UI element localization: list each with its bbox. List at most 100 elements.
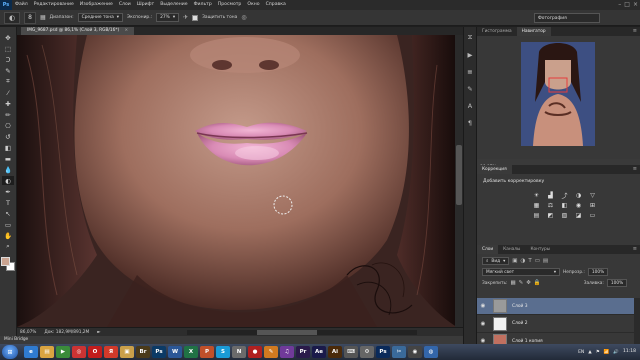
invert-icon[interactable]: ◩ xyxy=(546,211,555,219)
photo-filter-icon[interactable]: ◉ xyxy=(574,201,583,209)
start-button[interactable]: ⊞ xyxy=(2,345,18,359)
illustrator-icon[interactable]: Ai xyxy=(328,346,342,358)
levels-icon[interactable]: ▟ xyxy=(546,191,555,199)
lock-position-icon[interactable]: ✥ xyxy=(526,280,531,286)
ps-active-icon[interactable]: Ps xyxy=(376,346,390,358)
fill-field[interactable]: 100% xyxy=(606,279,628,287)
navigator-tab[interactable]: Гистограмма xyxy=(477,27,517,36)
excel-icon[interactable]: X xyxy=(184,346,198,358)
maximize-button[interactable]: □ xyxy=(624,1,630,9)
range-select[interactable]: Средние тона ▾ xyxy=(77,13,124,22)
menu-item[interactable]: Фильтр xyxy=(191,0,215,10)
pen-tool-icon[interactable]: ✒ xyxy=(2,187,14,196)
brush-panel-icon[interactable]: ▦ xyxy=(40,14,46,21)
panel-menu-icon[interactable]: ≡ xyxy=(633,245,637,254)
browser-icon[interactable]: ◍ xyxy=(424,346,438,358)
tray-expand-icon[interactable]: ▲ xyxy=(588,350,591,355)
crop-tool-icon[interactable]: ⌗ xyxy=(2,77,14,86)
calculator-icon[interactable]: ⌨ xyxy=(344,346,358,358)
gradient-tool-icon[interactable]: ▬ xyxy=(2,154,14,163)
close-icon[interactable]: × xyxy=(125,28,129,33)
media-player-icon[interactable]: ▶ xyxy=(56,346,70,358)
chrome-icon[interactable]: ◎ xyxy=(72,346,86,358)
clone-stamp-tool-icon[interactable]: ⎔ xyxy=(2,121,14,130)
bridge-icon[interactable]: Br xyxy=(136,346,150,358)
canvas-horizontal-scrollbar[interactable] xyxy=(187,330,417,335)
opacity-field[interactable]: 100% xyxy=(587,268,609,276)
eraser-tool-icon[interactable]: ◧ xyxy=(2,143,14,152)
adjustments-tab[interactable]: Коррекция xyxy=(477,165,512,174)
menu-item[interactable]: Просмотр xyxy=(215,0,245,10)
curves-icon[interactable]: ⤴ xyxy=(560,191,569,200)
color-balance-icon[interactable]: ⚖ xyxy=(546,201,555,209)
paint-icon[interactable]: ✎ xyxy=(264,346,278,358)
after-effects-icon[interactable]: Ae xyxy=(312,346,326,358)
lock-transparency-icon[interactable]: ▦ xyxy=(510,280,515,286)
blend-mode-select[interactable]: Мягкий свет ▾ xyxy=(482,268,560,276)
layer-row[interactable]: ◉ Слой 2 xyxy=(477,316,634,333)
clock[interactable]: 11:18 xyxy=(623,349,636,355)
volume-icon[interactable]: 🔊 xyxy=(613,350,619,355)
document-canvas[interactable] xyxy=(17,35,457,327)
adjustment-filter-icon[interactable]: ◑ xyxy=(521,258,526,264)
marquee-tool-icon[interactable]: ⬚ xyxy=(2,44,14,53)
move-tool-icon[interactable]: ✥ xyxy=(2,33,14,42)
mini-bridge-tab[interactable]: Mini Bridge xyxy=(0,336,463,344)
layers-tab[interactable]: Слои xyxy=(477,245,499,254)
menu-item[interactable]: Изображение xyxy=(77,0,116,10)
protect-tones-checkbox[interactable] xyxy=(192,14,199,21)
layers-tab[interactable]: Контуры xyxy=(525,245,555,254)
skype-icon[interactable]: S xyxy=(216,346,230,358)
smart-object-filter-icon[interactable]: ▤ xyxy=(543,258,548,264)
path-select-tool-icon[interactable]: ↖ xyxy=(2,209,14,218)
character-icon[interactable]: A xyxy=(466,101,475,110)
dodge-tool-icon[interactable]: ◐ xyxy=(2,176,14,185)
eye-icon[interactable]: ◉ xyxy=(477,321,489,327)
network-icon[interactable]: 📶 xyxy=(604,350,610,355)
notepad-icon[interactable]: N xyxy=(232,346,246,358)
scrollbar-thumb[interactable] xyxy=(456,145,462,205)
type-tool-icon[interactable]: T xyxy=(2,198,14,207)
lasso-tool-icon[interactable]: ᑐ xyxy=(2,55,14,64)
photoshop-icon[interactable]: Ps xyxy=(152,346,166,358)
lock-all-icon[interactable]: 🔒 xyxy=(534,280,541,286)
channel-mixer-icon[interactable]: ⊞ xyxy=(588,201,597,209)
eye-icon[interactable]: ◉ xyxy=(477,303,489,309)
exposure-icon[interactable]: ◑ xyxy=(574,191,583,199)
ie-icon[interactable]: e xyxy=(24,346,38,358)
menu-item[interactable]: Справка xyxy=(263,0,289,10)
type-filter-icon[interactable]: T xyxy=(528,258,531,264)
workspace-select[interactable]: Фотография xyxy=(534,13,600,23)
actions-icon[interactable]: ▶ xyxy=(466,50,475,59)
color-lookup-icon[interactable]: ▤ xyxy=(532,211,541,219)
settings-icon[interactable]: ⚙ xyxy=(360,346,374,358)
folder-icon[interactable]: ▣ xyxy=(120,346,134,358)
hue-saturation-icon[interactable]: ▦ xyxy=(532,201,541,209)
media-icon[interactable]: ♫ xyxy=(280,346,294,358)
panel-menu-icon[interactable]: ≡ xyxy=(633,165,637,174)
black-white-icon[interactable]: ◧ xyxy=(560,201,569,209)
minimize-button[interactable]: – xyxy=(618,1,621,9)
menu-item[interactable]: Шрифт xyxy=(134,0,157,10)
recorder-icon[interactable]: ● xyxy=(248,346,262,358)
brush-tool-icon[interactable]: ✏ xyxy=(2,110,14,119)
camera-icon[interactable]: ◉ xyxy=(408,346,422,358)
language-indicator[interactable]: EN xyxy=(578,350,584,355)
pixel-filter-icon[interactable]: ▣ xyxy=(512,258,517,264)
lock-pixels-icon[interactable]: ✎ xyxy=(519,280,524,286)
properties-icon[interactable]: ≣ xyxy=(466,67,475,76)
document-tab[interactable]: IMG_9687.psd @ 86,1% (Слой 3, RGB/16*) × xyxy=(21,27,135,35)
explorer-icon[interactable]: ▤ xyxy=(40,346,54,358)
pressure-icon[interactable]: ◎ xyxy=(241,14,246,21)
brush-panel-icon[interactable]: ✎ xyxy=(466,84,475,93)
brush-preset-picker[interactable]: 8 xyxy=(24,11,36,24)
history-brush-tool-icon[interactable]: ↺ xyxy=(2,132,14,141)
menu-item[interactable]: Выделение xyxy=(157,0,190,10)
navigator-tab[interactable]: Навигатор xyxy=(516,27,551,36)
healing-brush-tool-icon[interactable]: ✚ xyxy=(2,99,14,108)
status-menu-arrow[interactable]: ► xyxy=(97,330,100,335)
foreground-color-swatch[interactable] xyxy=(1,257,10,266)
paragraph-icon[interactable]: ¶ xyxy=(466,118,475,127)
shape-filter-icon[interactable]: ▭ xyxy=(535,258,540,264)
close-button[interactable]: × xyxy=(633,1,638,9)
